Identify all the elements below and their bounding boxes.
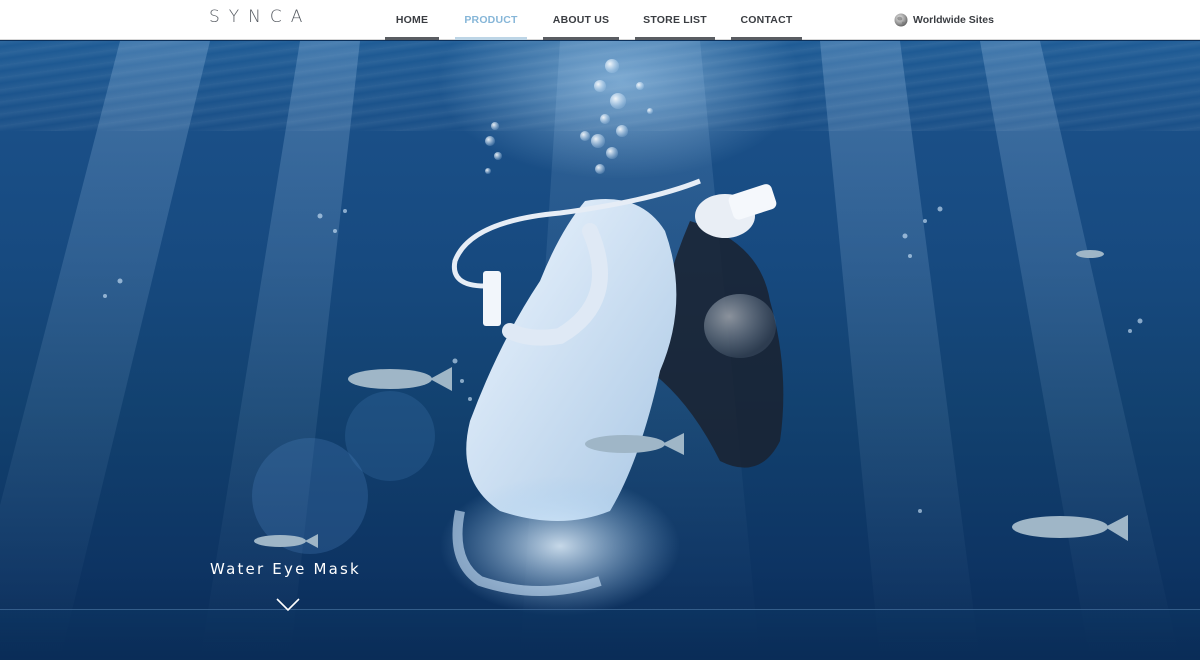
hero-banner (0, 41, 1200, 660)
nav-home-label: HOME (395, 14, 429, 26)
nav-contact[interactable]: CONTACT (731, 0, 802, 40)
globe-icon (894, 13, 908, 27)
nav-home[interactable]: HOME (385, 0, 439, 40)
nav-store-list-label: STORE LIST (643, 14, 707, 26)
site-header: SYNCA HOME PRODUCT ABOUT US STORE LIST C… (0, 0, 1200, 40)
nav-product-underline (455, 37, 527, 40)
nav-store-list[interactable]: STORE LIST (635, 0, 715, 40)
hero-photo (103, 59, 1143, 616)
nav-product-label: PRODUCT (464, 14, 518, 26)
nav-contact-label: CONTACT (740, 14, 793, 26)
hero-title: Water Eye Mask (210, 560, 361, 578)
nav-store-list-underline (635, 37, 715, 40)
logo[interactable]: SYNCA (209, 7, 311, 29)
nav-contact-underline (731, 37, 802, 40)
chevron-down-icon[interactable] (276, 598, 300, 612)
nav-home-underline (385, 37, 439, 40)
worldwide-sites-link[interactable]: Worldwide Sites (894, 11, 994, 29)
nav-about-us-label: ABOUT US (552, 14, 610, 26)
nav-product[interactable]: PRODUCT (455, 0, 527, 40)
worldwide-sites-label: Worldwide Sites (913, 14, 994, 26)
hero-caption-strip (0, 609, 1200, 660)
nav-about-us[interactable]: ABOUT US (543, 0, 619, 40)
nav-about-us-underline (543, 37, 619, 40)
